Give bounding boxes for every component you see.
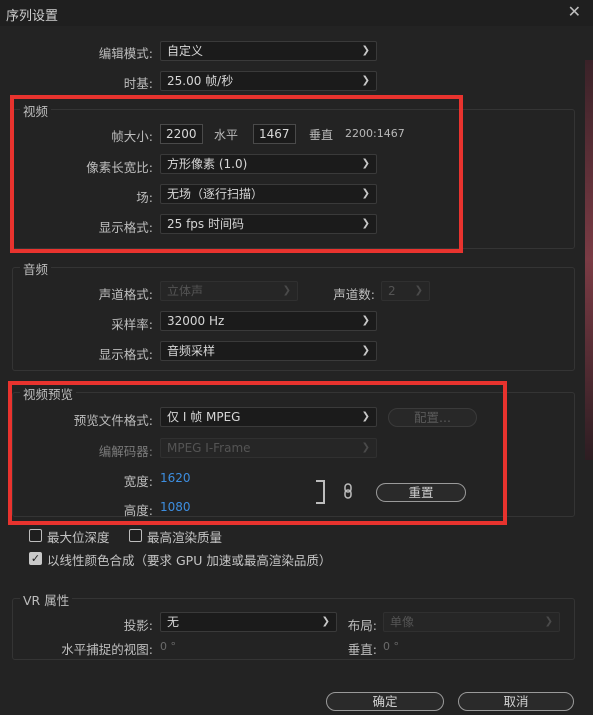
channel-count-label: 声道数: (333, 287, 375, 302)
sample-rate-label: 采样率: (111, 317, 153, 332)
layout-dropdown: 单像 ❯ (383, 612, 560, 632)
ok-button[interactable]: 确定 (326, 692, 444, 711)
linear-color-label: 以线性颜色合成（要求 GPU 加速或最高渲染品质） (47, 553, 332, 568)
chevron-down-icon: ❯ (361, 45, 370, 56)
timebase-value: 25.00 帧/秒 (167, 74, 234, 88)
max-bit-depth-label: 最大位深度 (47, 530, 110, 545)
projection-value: 无 (167, 615, 180, 629)
projection-dropdown[interactable]: 无 ❯ (160, 612, 337, 632)
audio-section-title: 音频 (20, 259, 52, 278)
linear-color-checkbox[interactable]: ✓ (29, 552, 42, 565)
timebase-dropdown[interactable]: 25.00 帧/秒 ❯ (160, 71, 377, 91)
chevron-down-icon: ❯ (282, 285, 291, 296)
chevron-down-icon: ❯ (361, 345, 370, 356)
title-bar (0, 0, 593, 26)
audio-display-format-label: 显示格式: (98, 347, 153, 362)
layout-value: 单像 (390, 615, 415, 629)
audio-display-format-dropdown[interactable]: 音频采样 ❯ (160, 341, 377, 361)
chevron-down-icon: ❯ (544, 616, 553, 627)
layout-label: 布局: (347, 618, 377, 633)
max-render-quality-checkbox[interactable] (129, 529, 142, 542)
highlight-box-video (10, 95, 463, 253)
sample-rate-dropdown[interactable]: 32000 Hz ❯ (160, 311, 377, 331)
vr-section-title: VR 属性 (20, 590, 73, 609)
sample-rate-value: 32000 Hz (167, 314, 225, 328)
channel-format-dropdown: 立体声 ❯ (160, 281, 298, 301)
edit-mode-label: 编辑模式: (98, 46, 153, 61)
highlight-box-preview (8, 381, 507, 525)
vr-vertical-value: 0 ° (383, 640, 399, 653)
projection-label: 投影: (123, 618, 153, 633)
background-edge (585, 60, 593, 460)
chevron-down-icon: ❯ (321, 616, 330, 627)
max-render-quality-label: 最高渲染质量 (147, 530, 223, 545)
max-bit-depth-checkbox[interactable] (29, 529, 42, 542)
edit-mode-value: 自定义 (167, 44, 204, 58)
captured-view-label: 水平捕捉的视图: (61, 642, 153, 657)
channel-count-dropdown: 2 ❯ (381, 281, 430, 301)
window-title: 序列设置 (6, 9, 59, 24)
edit-mode-dropdown[interactable]: 自定义 ❯ (160, 41, 377, 61)
vr-vertical-label: 垂直: (347, 642, 377, 657)
channel-format-value: 立体声 (167, 284, 204, 298)
channel-format-label: 声道格式: (98, 287, 153, 302)
chevron-down-icon: ❯ (414, 285, 423, 296)
chevron-down-icon: ❯ (361, 75, 370, 86)
cancel-button[interactable]: 取消 (458, 692, 574, 711)
timebase-label: 时基: (123, 76, 153, 91)
chevron-down-icon: ❯ (361, 315, 370, 326)
audio-display-format-value: 音频采样 (167, 344, 216, 358)
captured-view-value: 0 ° (160, 640, 176, 653)
close-icon[interactable]: ✕ (568, 2, 581, 22)
channel-count-value: 2 (388, 284, 396, 298)
